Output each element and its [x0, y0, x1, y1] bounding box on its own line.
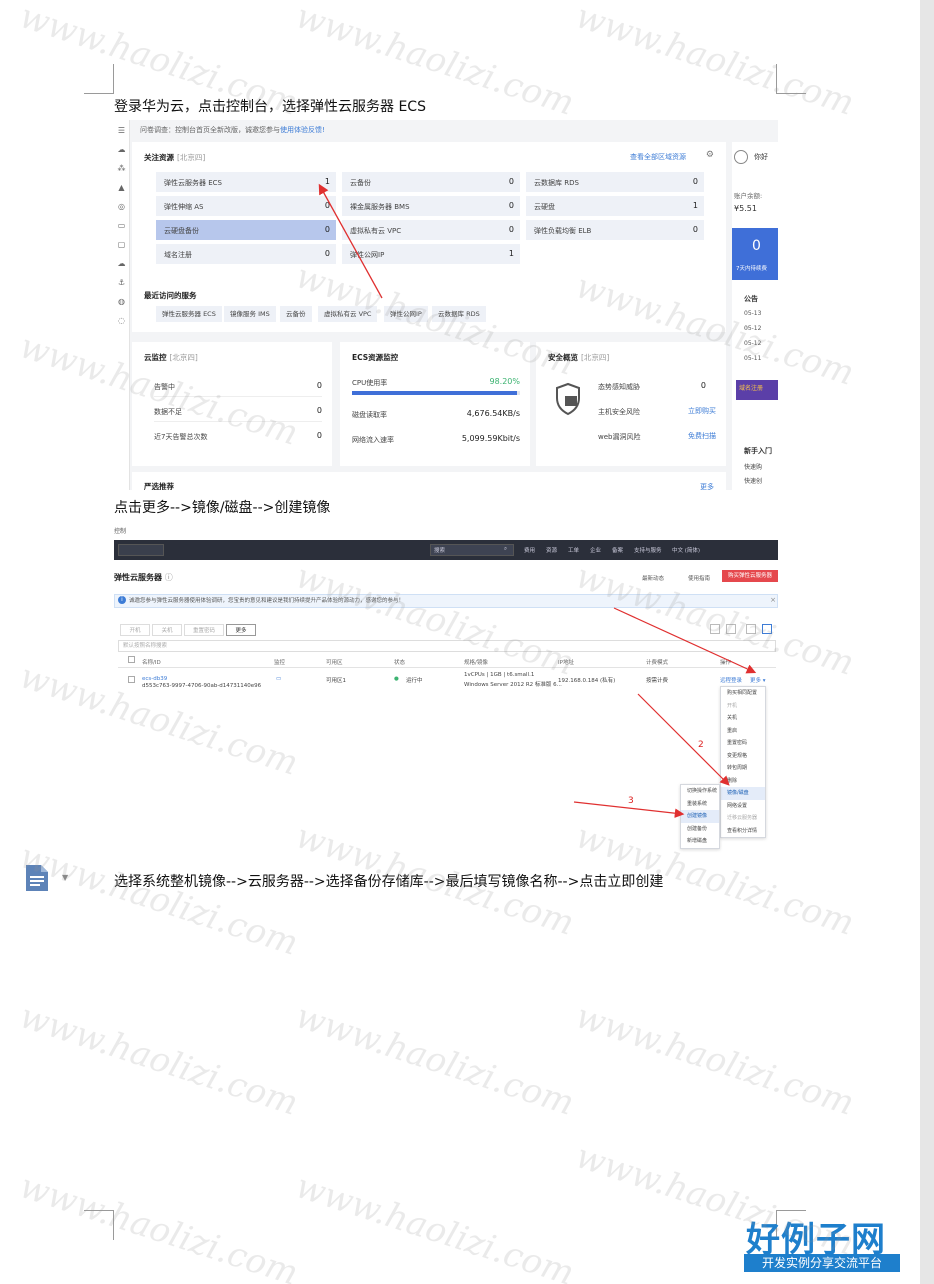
ecs-list-screenshot: 控制 搜索 ⌕ 费用 资源 工单 企业 备案 支持与服务 中文 (简体) 弹性云… — [114, 522, 778, 862]
crop-mark-top-left — [84, 64, 114, 94]
crop-mark-bottom-left — [84, 1210, 114, 1240]
crop-mark-top-right — [776, 64, 806, 94]
watermark: www.haolizi.com — [570, 996, 859, 1124]
vertical-scrollbar[interactable] — [920, 0, 934, 1284]
console-screenshot: ☰ ☁ ⁂ ▲ ◎ ▭ ▢ ☁ ⚓ ◍ ◌ 问卷调查：控制台首页全新改版，诚邀您… — [114, 120, 778, 490]
step-3-text: 选择系统整机镜像-->云服务器-->选择备份存储库-->最后填写镜像名称-->点… — [114, 874, 664, 890]
document-icon — [26, 865, 48, 891]
document-page: 登录华为云，点击控制台，选择弹性云服务器 ECS ☰ ☁ ⁂ ▲ ◎ ▭ ▢ ☁… — [0, 0, 920, 1284]
watermark: www.haolizi.com — [570, 0, 859, 124]
watermark: www.haolizi.com — [14, 1166, 303, 1284]
watermark: www.haolizi.com — [290, 1166, 579, 1284]
arrow-annotations-2 — [573, 607, 757, 818]
watermark: www.haolizi.com — [290, 996, 579, 1124]
step-1-text: 登录华为云，点击控制台，选择弹性云服务器 ECS — [114, 99, 426, 115]
arrow-annotation-1 — [318, 183, 383, 299]
chevron-down-icon[interactable]: ▼ — [62, 873, 68, 882]
logo-tagline: 开发实例分享交流平台 — [744, 1254, 900, 1272]
haolizi-logo: 好例子网 开发实例分享交流平台 — [744, 1212, 902, 1274]
step-2-text: 点击更多-->镜像/磁盘-->创建镜像 — [114, 500, 331, 516]
watermark: www.haolizi.com — [14, 996, 303, 1124]
